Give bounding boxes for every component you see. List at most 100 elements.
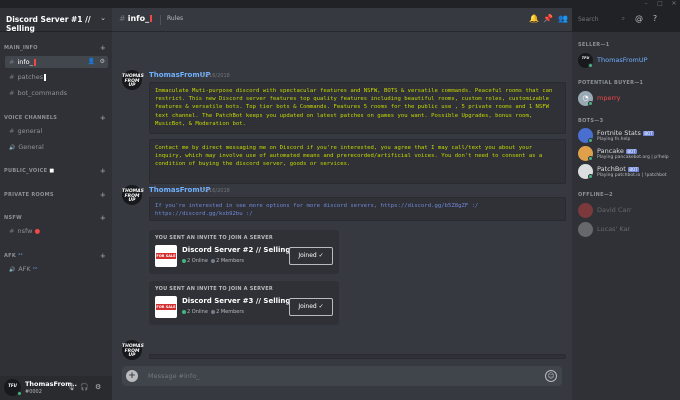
category-public-voice[interactable]: PUBLIC_VOICE ■ + — [4, 167, 108, 177]
channel-label: general — [17, 127, 43, 135]
bot-badge: BOT — [627, 166, 640, 172]
member-item[interactable]: Lucas' Kar — [578, 221, 678, 239]
category-main-info[interactable]: MAIN_INFO + — [4, 44, 108, 54]
channel-general-text[interactable]: # general — [5, 125, 108, 137]
add-channel-icon[interactable]: + — [100, 114, 106, 122]
category-private-rooms[interactable]: PRIVATE ROOMS + — [4, 191, 108, 201]
add-channel-icon[interactable]: + — [100, 252, 106, 260]
members-dot-icon — [211, 258, 216, 263]
member-item[interactable]: TFU ThomasFromUP — [578, 52, 678, 70]
member-group-label: BOTS—3 — [578, 118, 604, 124]
avatar[interactable]: THOMAS FROM UP — [122, 340, 144, 360]
member-item[interactable]: ◔ mperry — [578, 90, 678, 108]
invite-server-name: Discord Server #3 // Selling — [182, 297, 291, 305]
code-block: Contact me by direct messaging me on Dis… — [149, 139, 566, 184]
pin-icon[interactable]: 📌 — [543, 14, 553, 24]
bot-badge: BOT — [625, 148, 638, 154]
member-name: Pancake BOT — [597, 147, 638, 155]
avatar[interactable]: THOMAS FROM UP — [122, 70, 144, 90]
member-name: David Carr — [597, 206, 632, 214]
settings-gear-icon[interactable]: ⚙ — [95, 383, 101, 391]
message-input[interactable]: Message #info_ — [148, 372, 199, 380]
joined-button[interactable]: Joined ✓ — [289, 298, 333, 316]
member-activity: Playing patchbot.io | !patchbot — [597, 173, 667, 178]
channel-header: # info_ Rules 🔔 📌 👥 — [112, 8, 572, 32]
member-item[interactable]: Pancake BOT Playing pancakebot.org | p!he… — [578, 145, 678, 163]
bell-icon[interactable]: 🔔 — [529, 14, 539, 24]
online-status-dot — [588, 63, 593, 68]
maximize-button[interactable]: □ — [654, 0, 666, 8]
link-code-block[interactable]: If you're interested in see more options… — [149, 197, 566, 221]
category-voice-channels[interactable]: VOICE CHANNELS + — [4, 114, 108, 124]
server-header[interactable]: Discord Server #1 // Selling ⌄ — [0, 8, 112, 33]
members-icon[interactable]: 👥 — [558, 14, 568, 24]
red-flag-icon — [150, 15, 153, 22]
member-item[interactable]: PatchBot BOT Playing patchbot.io | !patch… — [578, 163, 678, 181]
search-icon: ⌕ — [621, 15, 625, 22]
member-list: SELLER—1 TFU ThomasFromUP POTENTIAL BUYE… — [572, 32, 680, 400]
microphone-icon[interactable]: 🎙 — [67, 383, 76, 391]
channel-afk[interactable]: 🔊 AFK ᶻᶻ — [5, 263, 108, 275]
server-icon[interactable]: FOR SALE — [155, 296, 177, 318]
category-label: AFK — [4, 253, 17, 259]
channel-bot-commands[interactable]: # bot_commands — [5, 87, 108, 99]
hash-icon: # — [9, 89, 15, 97]
minimize-button[interactable]: – — [640, 0, 652, 8]
message-composer[interactable]: + Message #info_ ☺ — [122, 366, 562, 386]
speaker-icon: 🔊 — [9, 145, 16, 151]
category-label: MAIN_INFO — [4, 45, 38, 51]
online-dot-icon — [182, 258, 186, 263]
invite-stats: 2 Online 2 Members — [182, 309, 244, 315]
discord-app: – □ ✕ Discord Server #1 // Selling ⌄ MAI… — [0, 0, 680, 400]
server-invite-card: YOU SENT AN INVITE TO JOIN A SERVER FOR … — [149, 281, 339, 325]
category-label: PUBLIC_VOICE — [4, 168, 48, 174]
member-activity: Playing fn.help — [597, 137, 631, 142]
joined-button[interactable]: Joined ✓ — [289, 247, 333, 265]
emoji-icon[interactable]: ☺ — [545, 370, 557, 382]
settings-icon[interactable]: ⚙ — [100, 58, 105, 65]
channel-nsfw[interactable]: # nsfw ● — [5, 225, 108, 237]
member-name: Lucas' Kar — [597, 225, 631, 233]
nsfw-icon: ● — [34, 227, 41, 235]
user-tag: #0002 — [25, 389, 42, 395]
zzz-icon: ᶻᶻ — [32, 265, 38, 273]
category-nsfw[interactable]: NSFW + — [4, 214, 108, 224]
headset-icon[interactable]: 🎧 — [80, 383, 89, 391]
help-icon[interactable]: ? — [650, 14, 660, 24]
bot-badge: BOT — [642, 130, 655, 136]
avatar — [578, 203, 593, 218]
channel-patches[interactable]: # patches — [5, 71, 108, 83]
server-icon[interactable]: FOR SALE — [155, 245, 177, 267]
category-afk[interactable]: AFK ᶻᶻ + — [4, 252, 108, 262]
close-button[interactable]: ✕ — [668, 0, 680, 8]
avatar[interactable]: THOMAS FROM UP — [122, 185, 144, 205]
channel-sidebar: Discord Server #1 // Selling ⌄ MAIN_INFO… — [0, 8, 112, 400]
title-bar: – □ ✕ — [0, 0, 680, 8]
add-channel-icon[interactable]: + — [100, 214, 106, 222]
invite-header: YOU SENT AN INVITE TO JOIN A SERVER — [155, 235, 273, 241]
search-input[interactable]: Search ⌕ — [574, 13, 629, 26]
channel-label: AFK — [18, 265, 31, 273]
online-status-dot — [588, 101, 593, 106]
member-item[interactable]: Fortnite Stats BOT Playing fn.help — [578, 127, 678, 145]
channel-title: # info_ — [119, 14, 153, 23]
add-channel-icon[interactable]: + — [100, 167, 106, 175]
channel-general-voice[interactable]: 🔊 General — [5, 141, 108, 153]
member-name: mperry — [597, 94, 621, 102]
add-channel-icon[interactable]: + — [100, 191, 106, 199]
invite-icon[interactable]: 👤 — [88, 58, 95, 65]
category-label: PRIVATE ROOMS — [4, 192, 54, 198]
hash-icon: # — [9, 58, 15, 66]
add-channel-icon[interactable]: + — [100, 44, 106, 52]
member-group-label: POTENTIAL BUYER—1 — [578, 80, 644, 86]
user-panel: TFU ThomasFrom.. #0002 🎙 🎧 ⚙ — [0, 376, 112, 400]
channel-info[interactable]: # info_ ⚙ 👤 — [5, 56, 108, 68]
channel-label: patches — [17, 73, 44, 81]
avatar — [578, 222, 593, 237]
member-item[interactable]: David Carr — [578, 202, 678, 220]
member-name: Fortnite Stats BOT — [597, 129, 655, 137]
invite-server-name: Discord Server #2 // Selling — [182, 246, 291, 254]
channel-label: info_ — [17, 58, 33, 66]
mention-icon[interactable]: @ — [634, 14, 644, 24]
upload-plus-icon[interactable]: + — [126, 370, 138, 382]
